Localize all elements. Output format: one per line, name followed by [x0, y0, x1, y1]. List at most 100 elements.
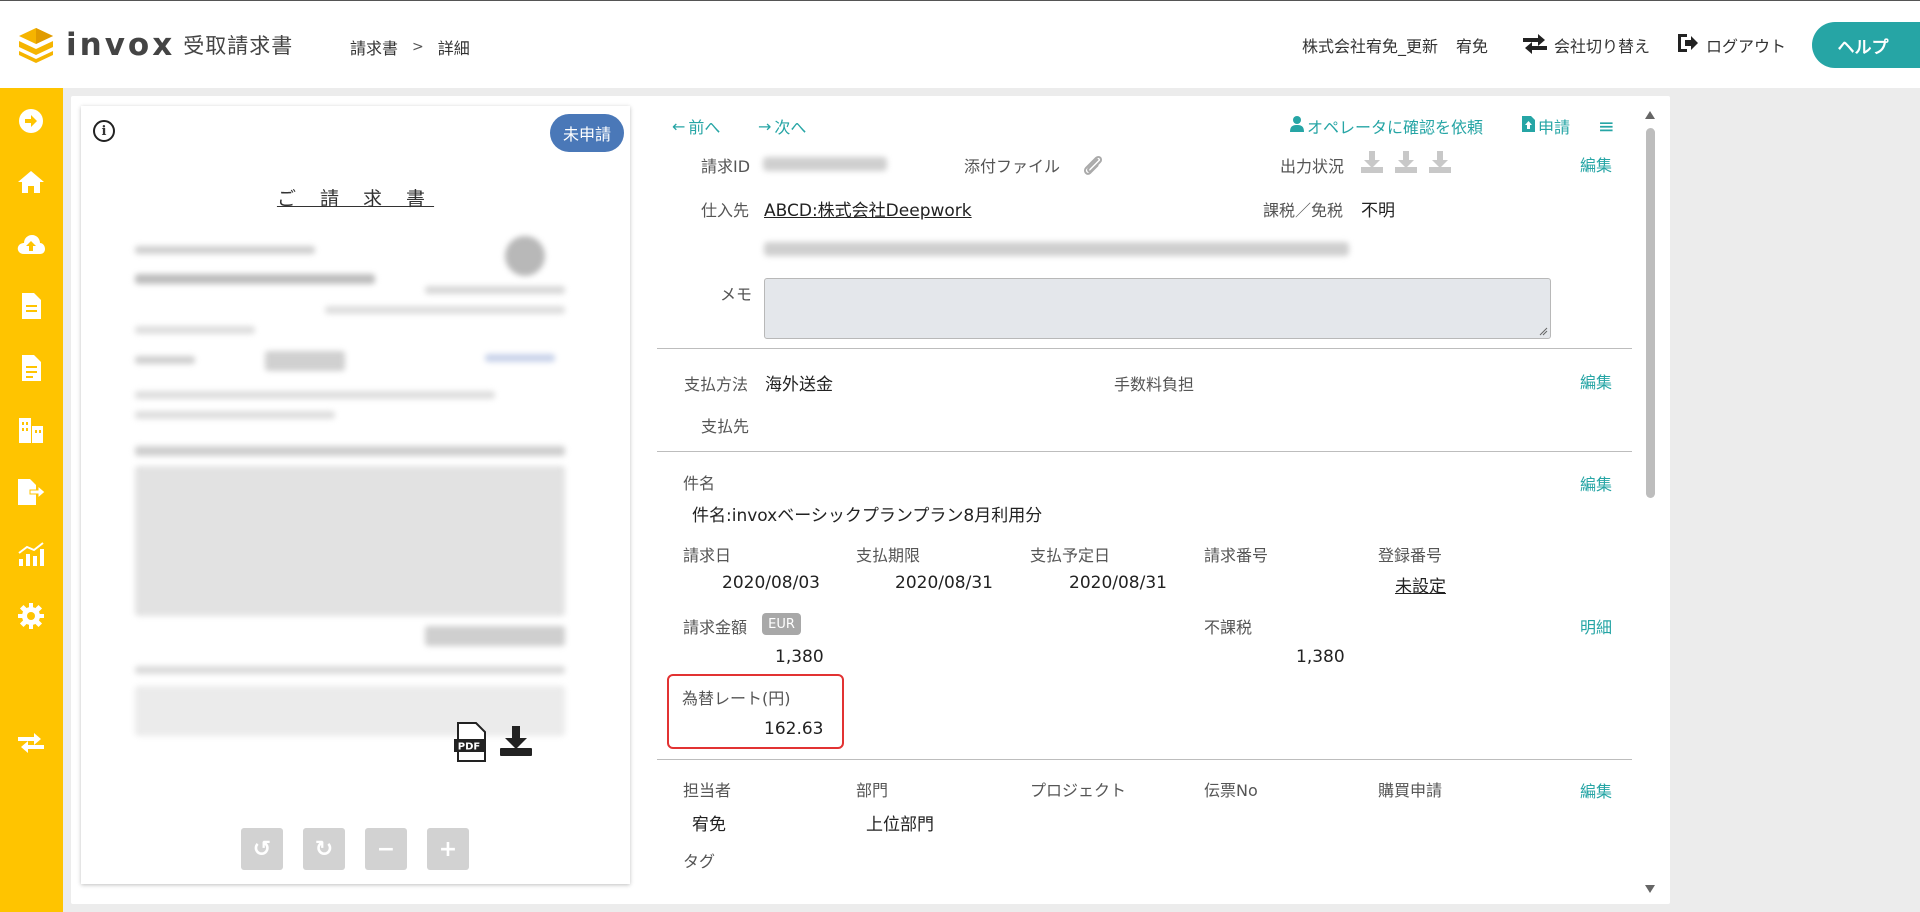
attachment-label: 添付ファイル	[964, 157, 1061, 176]
request-confirm-link[interactable]: オペレータに確認を依頼	[1290, 114, 1483, 138]
file-export-icon[interactable]	[16, 477, 46, 507]
edit-basic-link[interactable]: 編集	[1580, 152, 1612, 176]
project-label: プロジェクト	[1030, 781, 1127, 800]
arrow-right-icon: →	[758, 116, 772, 136]
document-icon[interactable]	[16, 291, 46, 321]
currency-tag: EUR	[762, 613, 801, 635]
payee-label: 支払先	[701, 417, 750, 436]
apply-label: 申請	[1538, 118, 1571, 137]
blurred-document-content	[125, 226, 613, 766]
gear-icon[interactable]	[16, 601, 46, 631]
next-link[interactable]: → 次へ	[758, 114, 806, 138]
department-label: 部門	[856, 781, 889, 800]
chart-icon[interactable]	[16, 539, 46, 569]
supplier-label: 仕入先	[701, 201, 750, 220]
non-taxable-label: 不課税	[1204, 618, 1253, 637]
document-toolbar: ↺ ↻ − +	[241, 828, 469, 870]
download-status-icon	[1429, 151, 1451, 173]
info-icon[interactable]: i	[93, 120, 115, 142]
help-button[interactable]: ヘルプ	[1812, 22, 1920, 68]
document-list-icon[interactable]	[16, 353, 46, 383]
registration-number-link[interactable]: 未設定	[1395, 572, 1446, 597]
edit-assignment-link[interactable]: 編集	[1580, 778, 1612, 802]
document-title: ご 請 求 書	[276, 188, 435, 210]
invoice-date-label: 請求日	[683, 546, 732, 565]
invoice-id-value-blurred	[763, 157, 887, 171]
sidebar	[0, 88, 63, 912]
supplier-link[interactable]: ABCD:株式会社Deepwork	[764, 196, 972, 221]
logout-label: ログアウト	[1705, 37, 1786, 56]
document-preview: i 未申請 ご 請 求 書 ↺ ↻ − +	[81, 106, 630, 884]
rotate-right-button[interactable]: ↻	[303, 828, 345, 870]
resize-grip-icon	[1539, 327, 1548, 336]
logo-box-icon	[16, 25, 56, 65]
building-icon[interactable]	[16, 415, 46, 445]
voucher-no-label: 伝票No	[1204, 781, 1258, 800]
section-divider	[657, 759, 1632, 760]
amount-value: 1,380	[775, 647, 824, 667]
logout-icon	[1676, 32, 1700, 58]
memo-textarea[interactable]	[764, 278, 1551, 339]
assignee-value: 宥免	[692, 815, 726, 835]
scheduled-date-value: 2020/08/31	[1069, 573, 1167, 593]
department-value: 上位部門	[866, 815, 934, 835]
app-header: invox 受取請求書 請求書 > 詳細 株式会社宥免_更新 宥免 会社切り替え…	[0, 0, 1920, 88]
menu-icon[interactable]: ≡	[1598, 114, 1615, 138]
header-right: 株式会社宥免_更新 宥免 会社切り替え ログアウト ヘルプ	[1302, 22, 1920, 68]
invoice-date-value: 2020/08/03	[722, 573, 820, 593]
switch-company-button[interactable]: 会社切り替え	[1522, 32, 1650, 58]
download-status-icon	[1361, 151, 1383, 173]
zoom-in-button[interactable]: +	[427, 828, 469, 870]
output-status-label: 出力状況	[1280, 157, 1345, 176]
amount-label: 請求金額	[683, 618, 748, 637]
pdf-icon[interactable]: PDF	[454, 722, 488, 766]
invoice-id-label: 請求ID	[701, 157, 751, 176]
subject-label: 件名	[683, 474, 716, 493]
switch-icon[interactable]	[16, 728, 46, 758]
user-icon	[1290, 116, 1304, 136]
section-divider	[657, 348, 1632, 349]
download-icon[interactable]	[499, 724, 533, 762]
switch-icon	[1522, 32, 1548, 58]
scheduled-date-label: 支払予定日	[1030, 546, 1111, 565]
company-name: 株式会社宥免_更新	[1301, 37, 1438, 56]
switch-company-label: 会社切り替え	[1553, 37, 1650, 56]
breadcrumb: 請求書 > 詳細	[350, 35, 470, 59]
fee-label: 手数料負担	[1114, 375, 1195, 394]
prev-label: 前へ	[688, 118, 721, 137]
app-logo[interactable]: invox 受取請求書	[16, 25, 293, 65]
due-date-value: 2020/08/31	[895, 573, 993, 593]
download-status-icon	[1395, 151, 1417, 173]
home-icon[interactable]	[16, 167, 46, 197]
apply-link[interactable]: 申請	[1522, 114, 1570, 138]
breadcrumb-invoices[interactable]: 請求書	[350, 35, 398, 59]
tax-label: 課税／免税	[1263, 201, 1344, 220]
output-status-icons	[1360, 150, 1452, 174]
pdf-label: PDF	[458, 742, 480, 753]
detail-scrollbar[interactable]	[1642, 110, 1658, 894]
scroll-thumb[interactable]	[1646, 128, 1655, 498]
cloud-upload-icon[interactable]	[16, 229, 46, 259]
edit-invoice-link[interactable]: 編集	[1580, 471, 1612, 495]
arrow-left-icon: ←	[672, 116, 686, 136]
breadcrumb-detail: 詳細	[437, 39, 470, 58]
non-taxable-value: 1,380	[1296, 647, 1345, 667]
edit-payment-link[interactable]: 編集	[1580, 369, 1612, 393]
next-label: 次へ	[774, 118, 807, 137]
prev-link[interactable]: ← 前へ	[672, 114, 720, 138]
section-divider	[657, 451, 1632, 452]
scroll-down-icon	[1645, 885, 1655, 893]
supplier-address-blurred	[764, 242, 1349, 256]
breakdown-link[interactable]: 明細	[1580, 614, 1612, 638]
file-upload-icon	[1522, 116, 1535, 136]
subject-value: 件名:invoxベーシックプランプラン8月利用分	[692, 506, 1043, 526]
assignee-label: 担当者	[683, 781, 732, 800]
logout-button[interactable]: ログアウト	[1676, 32, 1786, 58]
paperclip-icon[interactable]	[1080, 153, 1106, 183]
payment-method-value: 海外送金	[765, 375, 833, 395]
rotate-left-button[interactable]: ↺	[241, 828, 283, 870]
exchange-rate-highlight	[667, 674, 844, 749]
arrow-right-circle-icon[interactable]	[16, 106, 46, 136]
registration-number-label: 登録番号	[1378, 546, 1443, 565]
zoom-out-button[interactable]: −	[365, 828, 407, 870]
